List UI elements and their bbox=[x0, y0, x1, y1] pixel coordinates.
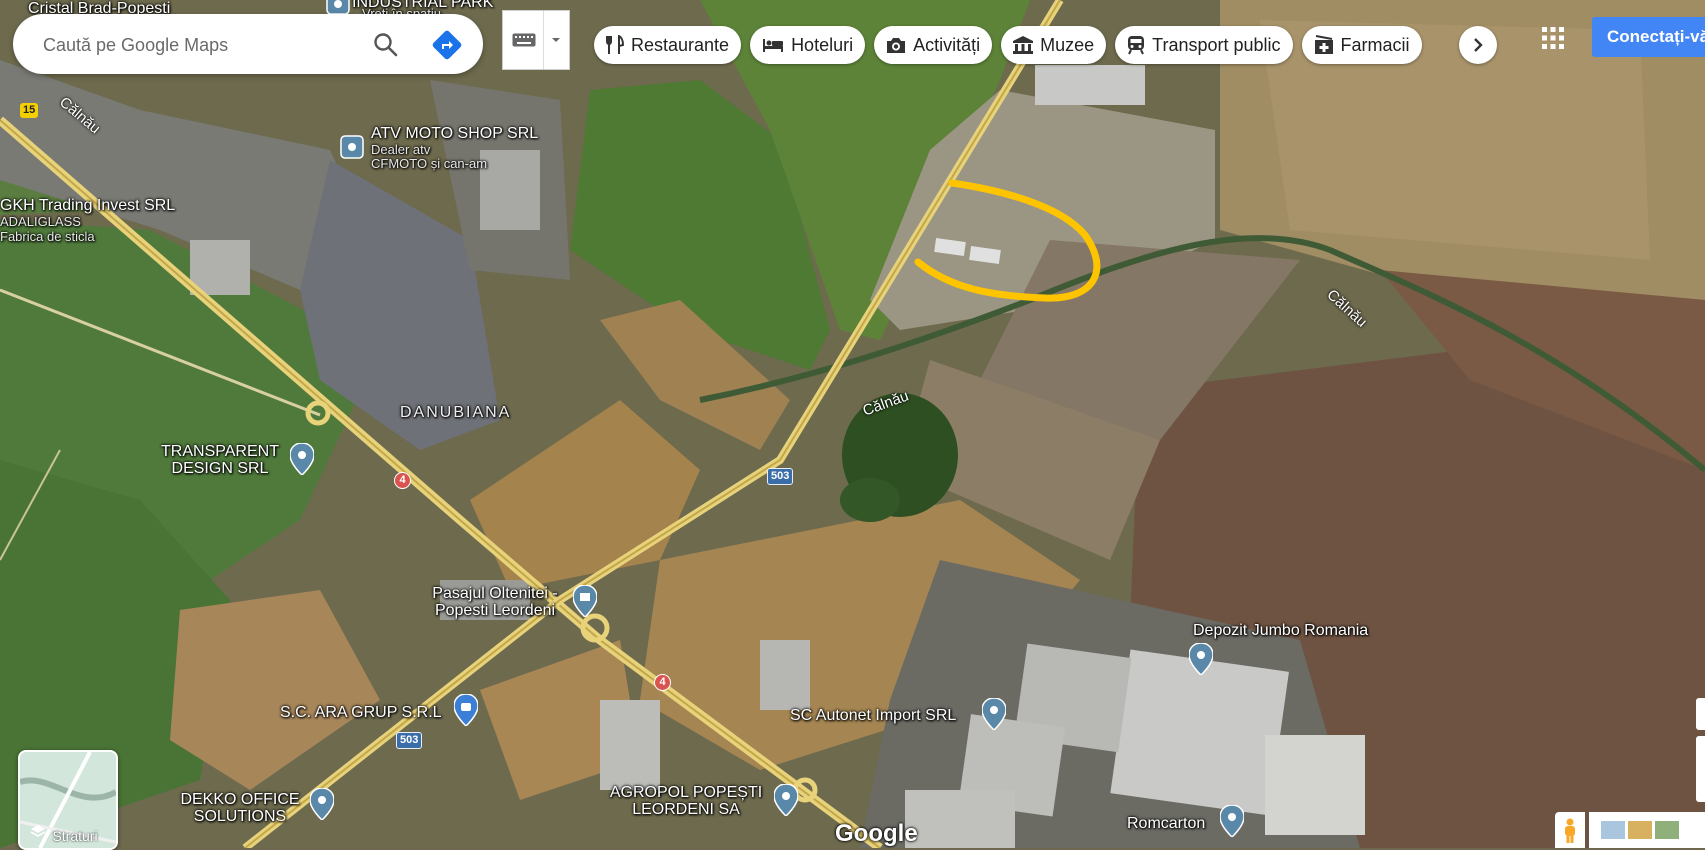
shopping-pin-icon[interactable] bbox=[454, 694, 478, 726]
place-label-line: LEORDENI SA bbox=[632, 801, 740, 818]
search-box bbox=[13, 14, 483, 76]
chip-label: Activități bbox=[913, 34, 981, 55]
map-pin-icon[interactable] bbox=[982, 698, 1006, 730]
place-sublabel: Fabrica de sticla bbox=[0, 229, 95, 244]
chip-label: Transport public bbox=[1152, 34, 1281, 55]
train-icon bbox=[1128, 36, 1145, 55]
place-label-line: DESIGN SRL bbox=[171, 460, 269, 477]
place-label[interactable]: ATV MOTO SHOP SRL bbox=[371, 125, 538, 142]
chip-farmacii[interactable]: Farmacii bbox=[1301, 26, 1422, 64]
street-view-button[interactable] bbox=[1555, 812, 1585, 848]
fork-knife-icon bbox=[606, 35, 624, 54]
layers-button[interactable]: Straturi bbox=[18, 750, 118, 850]
map-pin-icon[interactable] bbox=[310, 788, 334, 820]
place-label[interactable]: SC Autonet Import SRL bbox=[790, 707, 956, 724]
museum-icon bbox=[1013, 36, 1034, 54]
transit-pin-icon[interactable] bbox=[573, 585, 597, 617]
place-label-line: TRANSPARENT bbox=[161, 443, 279, 460]
search-icon[interactable] bbox=[373, 32, 399, 58]
road-shield: 503 bbox=[396, 732, 423, 749]
map-pin-icon[interactable] bbox=[774, 784, 798, 816]
chevron-right-icon bbox=[1474, 38, 1483, 52]
imagery-thumb[interactable] bbox=[1628, 821, 1652, 839]
chips-next-button[interactable] bbox=[1459, 26, 1497, 64]
camera-icon bbox=[887, 37, 906, 53]
map-pin-icon[interactable] bbox=[290, 443, 314, 475]
search-input[interactable] bbox=[41, 14, 365, 76]
directions-icon[interactable] bbox=[431, 29, 463, 61]
place-label[interactable]: TRANSPARENT DESIGN SRL bbox=[150, 443, 290, 477]
place-label-line: DEKKO OFFICE bbox=[180, 791, 300, 808]
pegman-icon bbox=[1565, 818, 1575, 843]
chip-label: Hoteluri bbox=[791, 34, 854, 55]
place-label[interactable]: Romcarton bbox=[1127, 815, 1205, 832]
place-label-line: Popesti Leordeni bbox=[434, 602, 556, 619]
place-label[interactable]: S.C. ARA GRUP S.R.L bbox=[280, 704, 442, 721]
chip-label: Muzee bbox=[1040, 34, 1095, 55]
chip-label: Restaurante bbox=[631, 34, 730, 55]
google-logo: Google bbox=[835, 820, 918, 847]
signin-button[interactable]: Conectați-vă bbox=[1592, 17, 1705, 57]
road-shield: 15 bbox=[20, 103, 39, 118]
place-sublabel: ADALIGLASS bbox=[0, 214, 81, 229]
chip-transport-public[interactable]: Transport public bbox=[1115, 26, 1293, 64]
place-label[interactable]: AGROPOL POPEȘTI LEORDENI SA bbox=[606, 784, 766, 818]
keyboard-icon bbox=[512, 33, 536, 47]
road-shield: 4 bbox=[394, 472, 411, 489]
bed-icon bbox=[763, 39, 784, 52]
place-sublabel: CFMOTO și can-am bbox=[371, 156, 488, 171]
chip-activitati[interactable]: Activități bbox=[874, 26, 993, 64]
imagery-thumb[interactable] bbox=[1655, 821, 1679, 839]
imagery-thumbnails[interactable] bbox=[1589, 812, 1705, 848]
zoom-control-edge[interactable] bbox=[1696, 736, 1705, 802]
place-label-line: AGROPOL POPEȘTI bbox=[609, 784, 763, 801]
chip-muzee[interactable]: Muzee bbox=[1001, 26, 1107, 64]
chevron-down-icon[interactable] bbox=[550, 36, 562, 44]
apps-grid-icon[interactable] bbox=[1537, 22, 1569, 54]
chip-restaurante[interactable]: Restaurante bbox=[594, 26, 742, 64]
road-shield: 503 bbox=[767, 468, 794, 485]
map-pin-icon[interactable] bbox=[1189, 643, 1213, 675]
pharmacy-icon bbox=[1314, 35, 1333, 54]
input-tools-button[interactable] bbox=[502, 10, 570, 70]
place-label-line: Pasajul Oltenitei - bbox=[432, 585, 558, 602]
place-marker-icon[interactable] bbox=[340, 135, 364, 159]
place-label[interactable]: Pasajul Oltenitei - Popesti Leordeni bbox=[420, 585, 570, 619]
category-chips: Restaurante Hoteluri Activități Muzee Tr… bbox=[594, 26, 1422, 64]
place-label[interactable]: Depozit Jumbo Romania bbox=[1193, 622, 1368, 639]
map-pin-icon[interactable] bbox=[1220, 805, 1244, 837]
place-sublabel: Dealer atv bbox=[371, 142, 431, 157]
road-shield: 4 bbox=[654, 674, 671, 691]
place-label[interactable]: GKH Trading Invest SRL bbox=[0, 197, 175, 214]
area-label: DANUBIANA bbox=[400, 404, 512, 421]
place-label-line: SOLUTIONS bbox=[193, 808, 287, 825]
zoom-control-edge[interactable] bbox=[1696, 698, 1705, 730]
divider bbox=[543, 11, 544, 69]
layers-label: Straturi bbox=[52, 828, 98, 844]
imagery-thumb[interactable] bbox=[1601, 821, 1625, 839]
chip-label: Farmacii bbox=[1340, 34, 1410, 55]
chip-hoteluri[interactable]: Hoteluri bbox=[750, 26, 866, 64]
place-label[interactable]: DEKKO OFFICE SOLUTIONS bbox=[180, 791, 300, 825]
